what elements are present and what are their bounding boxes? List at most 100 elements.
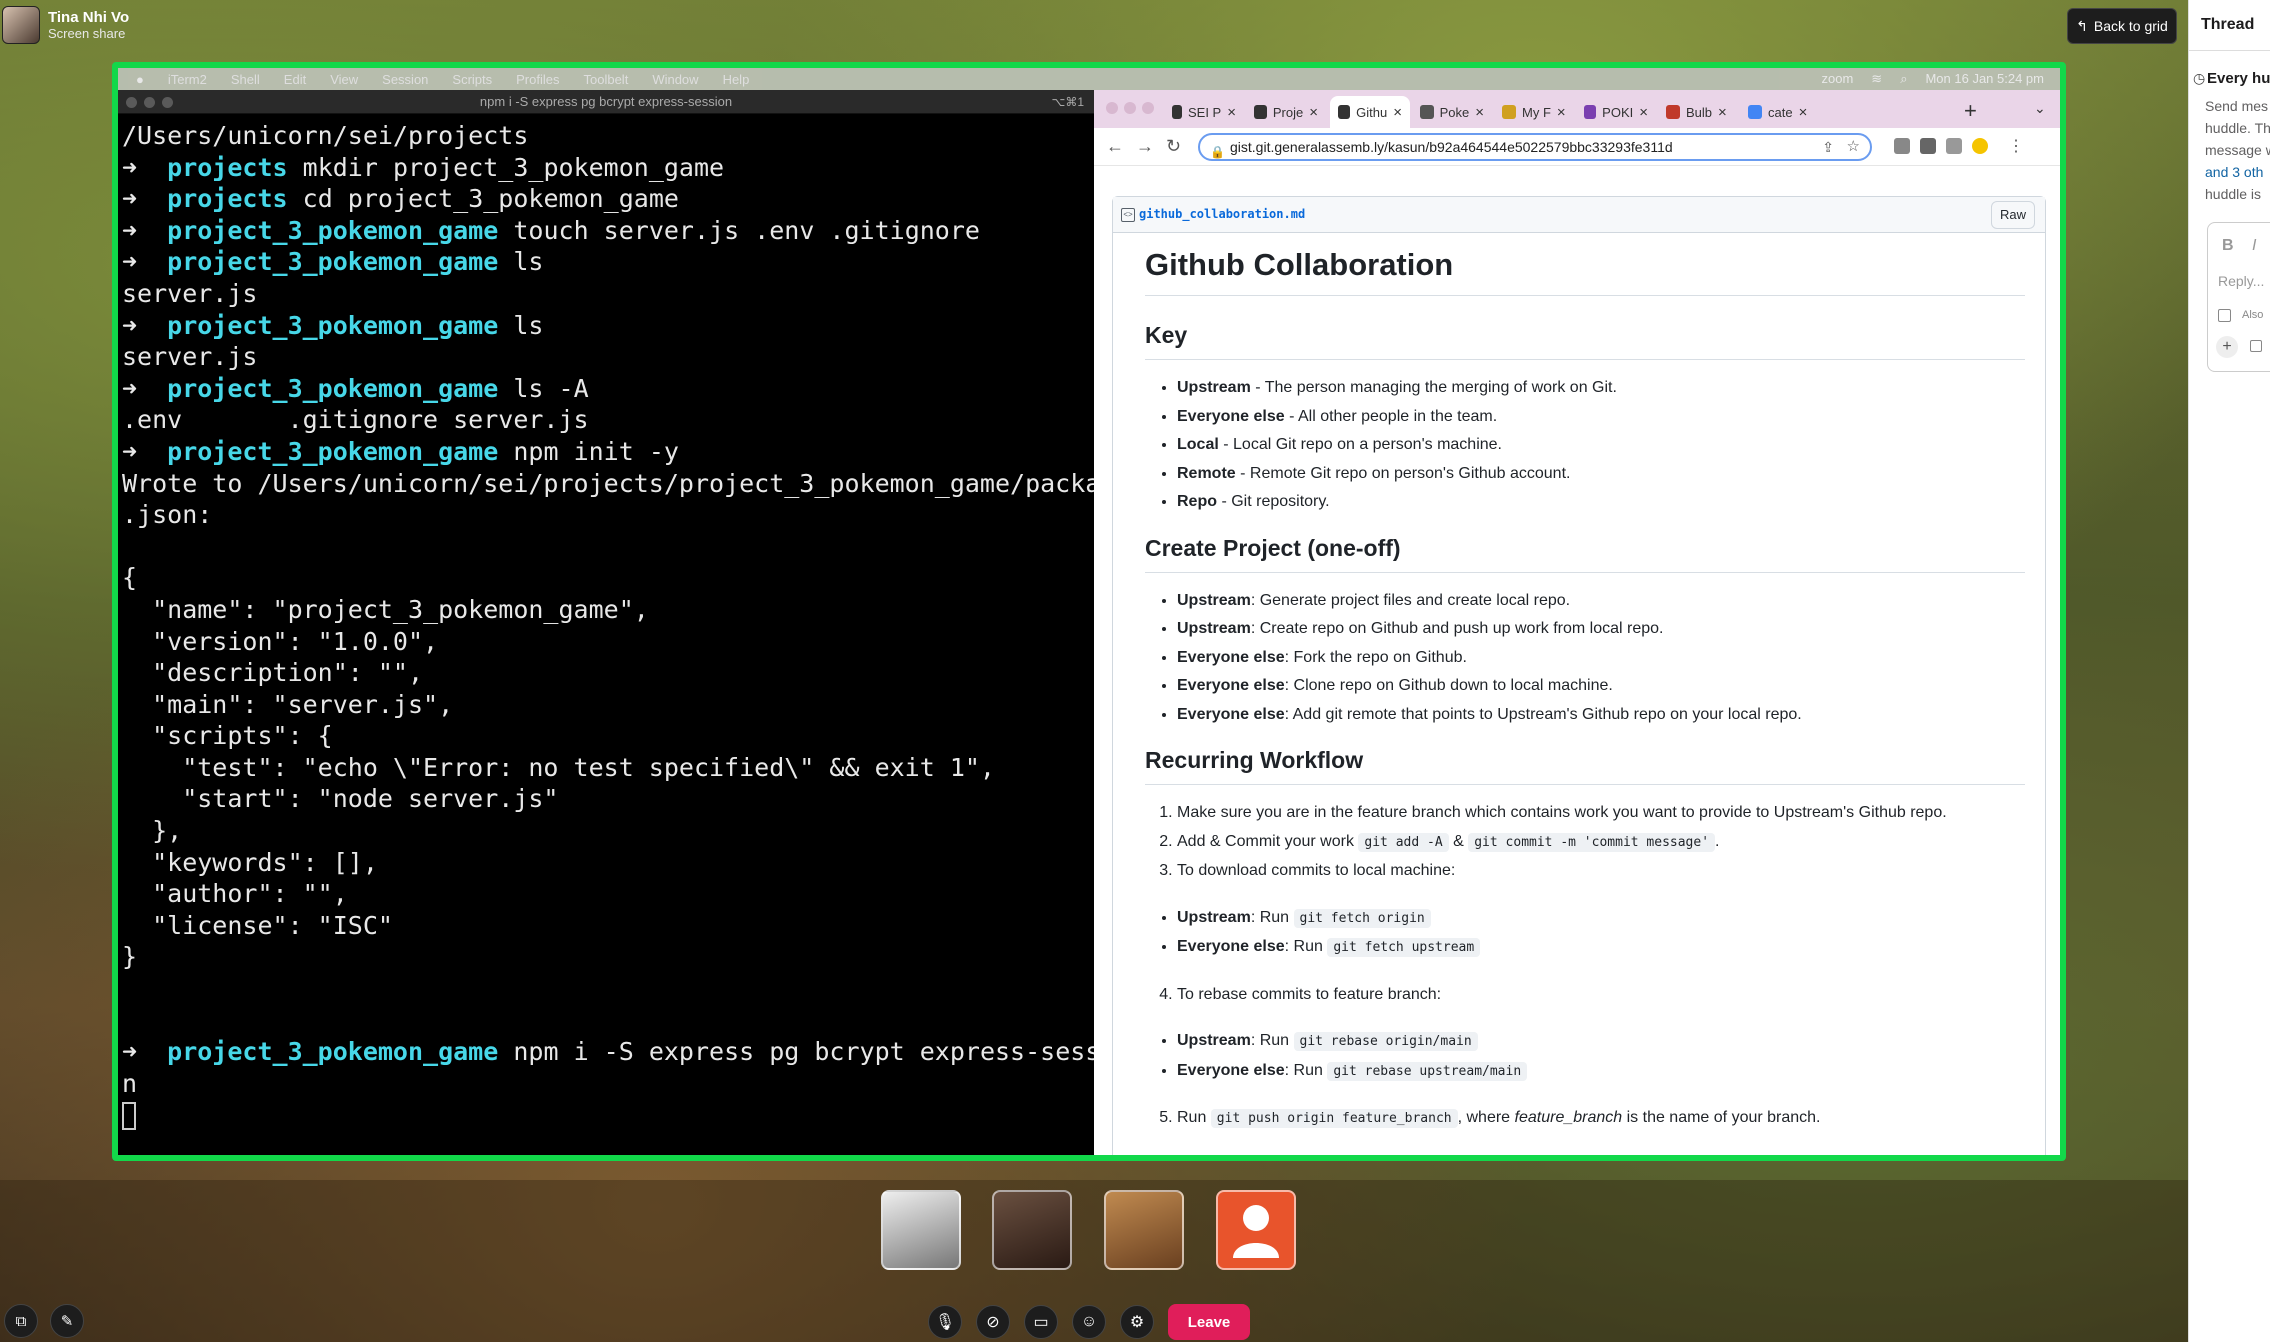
reply-composer[interactable]: B I Reply... Also + [2207,222,2270,372]
terminal-command-line: ➜ projects mkdir project_3_pokemon_game [122,152,1094,184]
terminal-output-line: "test": "echo \"Error: no test specified… [122,752,995,782]
format-toggle-icon[interactable] [2250,340,2262,352]
prompt-arrow-icon: ➜ [122,215,168,245]
browser-tab[interactable]: Githu × [1330,96,1410,128]
also-send-checkbox[interactable] [2218,309,2231,322]
menu-scripts: Scripts [452,71,493,87]
browser-tab[interactable]: cate × [1740,96,1820,128]
thread-link[interactable]: and 3 oth [2205,164,2263,180]
sidebar-icon[interactable] [1946,138,1962,154]
close-dot-icon[interactable] [126,97,137,108]
list-item: Upstream - The person managing the mergi… [1177,374,2025,403]
italic-icon[interactable]: I [2252,237,2256,255]
leave-button[interactable]: Leave [1168,1304,1250,1340]
prompt-directory: project_3_pokemon_game [167,1037,499,1067]
browser-zoom-dot-icon[interactable] [1142,102,1154,114]
menu-toolbelt: Toolbelt [583,71,629,87]
raw-button[interactable]: Raw [1991,201,2035,229]
terminal-cursor-line[interactable] [122,1099,1094,1131]
extension-icon[interactable] [1894,138,1910,154]
workflow-step-1: Make sure you are in the feature branch … [1177,799,2025,828]
workflow-steps-a: Make sure you are in the feature branch … [1145,799,2025,886]
list-item-term: Upstream [1177,379,1251,396]
minimize-dot-icon[interactable] [144,97,155,108]
tab-close-icon[interactable]: × [1799,104,1808,121]
terminal-command-line: ➜ project_3_pokemon_game ls [122,310,1094,342]
participant-tile-3[interactable] [1104,1190,1184,1270]
browser-tab[interactable]: Poke × [1412,96,1492,128]
tab-favicon-icon [1254,105,1267,119]
minimize-window-icon[interactable]: ⧉ [4,1304,38,1338]
tab-menu-chevron-icon[interactable]: ⌄ [2034,100,2046,117]
gist-file-name[interactable]: github_collaboration.md [1139,207,1305,221]
browser-tab[interactable]: Bulb × [1658,96,1738,128]
emoji-icon[interactable]: ☺ [1072,1305,1106,1339]
browser-tab[interactable]: My F × [1494,96,1574,128]
fetch-upstream-run: : Run [1250,908,1294,926]
list-item-desc: : Add git remote that points to Upstream… [1284,705,1802,723]
step2-code-commit: git commit -m 'commit message' [1468,832,1716,852]
terminal-output-line: } [122,942,138,972]
back-arrow-icon: ↰ [2076,17,2088,34]
zoom-status: zoom [1821,71,1854,86]
list-item-term: Upstream [1177,620,1251,637]
thread-line-3: message w [2205,142,2270,158]
participant-tile-1[interactable] [881,1190,961,1270]
prompt-directory: project_3_pokemon_game [167,373,499,403]
address-bar[interactable]: 🔒 gist.git.generalassemb.ly/kasun/b92a46… [1198,133,1872,161]
profile-icon[interactable] [1972,138,1988,154]
new-tab-icon[interactable]: + [1964,98,1977,124]
presenter-info: Tina Nhi Vo Screen share [2,6,129,44]
draw-off-icon[interactable]: ✎ [50,1304,84,1338]
browser-close-dot-icon[interactable] [1106,102,1118,114]
tab-close-icon[interactable]: × [1227,104,1236,121]
tab-close-icon[interactable]: × [1475,104,1484,121]
puzzle-icon[interactable] [1920,138,1936,154]
bookmark-star-icon[interactable]: ☆ [1847,135,1860,159]
participant-tile-4[interactable] [1216,1190,1296,1270]
forward-icon[interactable]: → [1136,136,1154,157]
command-text: mkdir project_3_pokemon_game [302,152,725,182]
plus-icon[interactable]: + [2216,336,2238,358]
back-to-grid-button[interactable]: ↰ Back to grid [2067,8,2177,44]
share-icon[interactable]: ⇪ [1822,135,1834,159]
reply-input[interactable]: Reply... [2218,273,2264,289]
reload-icon[interactable]: ↻ [1166,136,1181,157]
command-text: ls -A [513,373,589,403]
back-icon[interactable]: ← [1106,136,1124,157]
create-list: Upstream: Generate project files and cre… [1145,587,2025,730]
tab-close-icon[interactable]: × [1393,104,1402,121]
terminal-output-line: "name": "project_3_pokemon_game", [122,594,649,624]
microphone-icon[interactable]: 🎙 [928,1305,962,1339]
screen-share-icon[interactable]: ▭ [1024,1305,1058,1339]
step5-branch: feature_branch [1514,1109,1623,1126]
command-text: ls [513,310,544,340]
tab-close-icon[interactable]: × [1309,104,1318,121]
zoom-dot-icon[interactable] [162,97,173,108]
tab-close-icon[interactable]: × [1639,104,1648,121]
prompt-arrow-icon: ➜ [122,436,168,466]
rebase-upstream-run: : Run [1250,1032,1294,1049]
shared-screen: ● iTerm2 Shell Edit View Session Scripts… [112,62,2066,1161]
settings-gear-icon[interactable]: ⚙ [1120,1305,1154,1339]
tab-close-icon[interactable]: × [1718,104,1727,121]
tab-favicon-icon [1502,105,1516,119]
prompt-arrow-icon: ➜ [122,152,168,182]
menu-iterm2: iTerm2 [167,71,207,87]
terminal-output-line: .env .gitignore server.js [122,405,589,435]
thread-heading: Every huddle [2207,70,2270,87]
tab-close-icon[interactable]: × [1557,104,1566,121]
browser-tab[interactable]: Proje × [1246,96,1326,128]
browser-tab[interactable]: SEI P × [1164,96,1244,128]
command-text: cd project_3_pokemon_game [302,184,679,214]
browser-min-dot-icon[interactable] [1124,102,1136,114]
video-off-icon[interactable]: ⊘ [976,1305,1010,1339]
kebab-menu-icon[interactable]: ⋮ [2008,136,2024,156]
browser-tab[interactable]: POKI × [1576,96,1656,128]
participant-tile-2[interactable] [992,1190,1072,1270]
bold-icon[interactable]: B [2222,237,2234,255]
terminal-titlebar: npm i -S express pg bcrypt express-sessi… [118,90,1094,114]
terminal-window[interactable]: npm i -S express pg bcrypt express-sessi… [118,90,1130,1155]
